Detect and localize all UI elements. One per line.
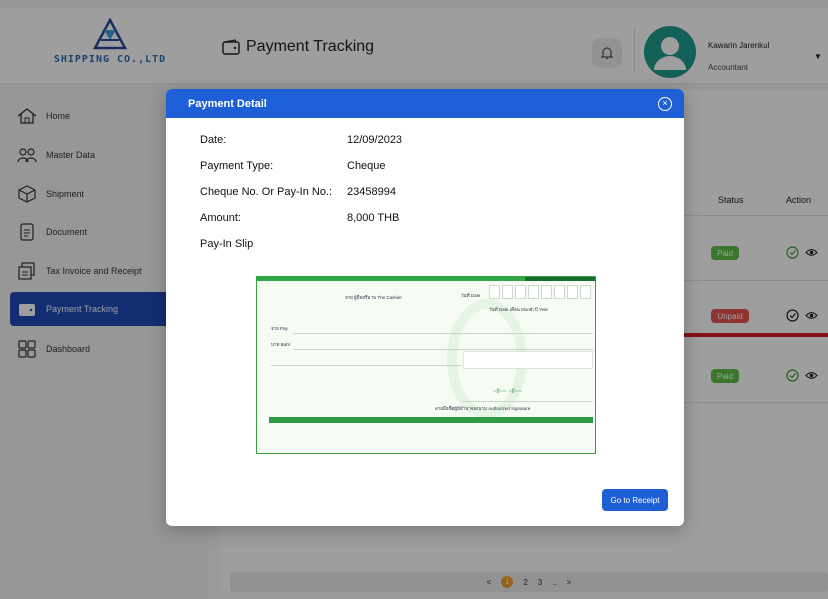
payment-detail-modal: Payment Detail × Date: 12/09/2023 Paymen… <box>166 89 684 526</box>
pay-in-slip-image: จ่าย ผู้ถือหรือ To The Cashier วันที่ Da… <box>256 276 596 454</box>
cheque-authorized-text: ลายมือชื่อผู้มีอำนาจลงนาม Authorized Sig… <box>435 406 531 411</box>
cheque-baht-line-2 <box>271 365 461 366</box>
cheque-micr-bar <box>269 417 593 423</box>
cheque-number-label: Cheque No. Or Pay-In No.: <box>200 186 333 198</box>
cheque-baht-line <box>293 349 593 350</box>
cheque-date-subtext: วันที่ Date เดือน Month ปี Year <box>489 307 549 312</box>
cheque-top-strip-accent <box>525 277 595 281</box>
cheque-baht-label: บาท Baht <box>271 342 290 347</box>
modal-title: Payment Detail <box>188 97 267 110</box>
amount-value: 8,000 THB <box>347 212 400 224</box>
modal-header: Payment Detail × <box>166 89 684 118</box>
date-label: Date: <box>200 134 227 146</box>
close-icon[interactable]: × <box>658 96 672 111</box>
cheque-cashier-text: จ่าย ผู้ถือหรือ To The Cashier <box>345 295 402 300</box>
amount-label: Amount: <box>200 212 241 224</box>
cheque-amount-box <box>463 351 593 369</box>
cheque-pay-label: จ่าย Pay <box>271 326 288 331</box>
cheque-signature: ~ﬁ~~ ~ﬁ~~ <box>493 389 522 395</box>
date-value: 12/09/2023 <box>347 134 403 146</box>
pay-in-slip-label: Pay-In Slip <box>200 238 254 250</box>
cheque-number-value: 23458994 <box>347 186 396 198</box>
go-to-receipt-button[interactable]: Go to Receipt <box>602 489 668 511</box>
cheque-date-label: วันที่ Date <box>461 293 481 298</box>
cheque-date-boxes <box>489 285 591 299</box>
payment-type-label: Payment Type: <box>200 160 274 172</box>
cheque-signature-line <box>463 401 593 402</box>
payment-type-value: Cheque <box>347 160 386 172</box>
cheque-pay-line <box>293 333 593 334</box>
